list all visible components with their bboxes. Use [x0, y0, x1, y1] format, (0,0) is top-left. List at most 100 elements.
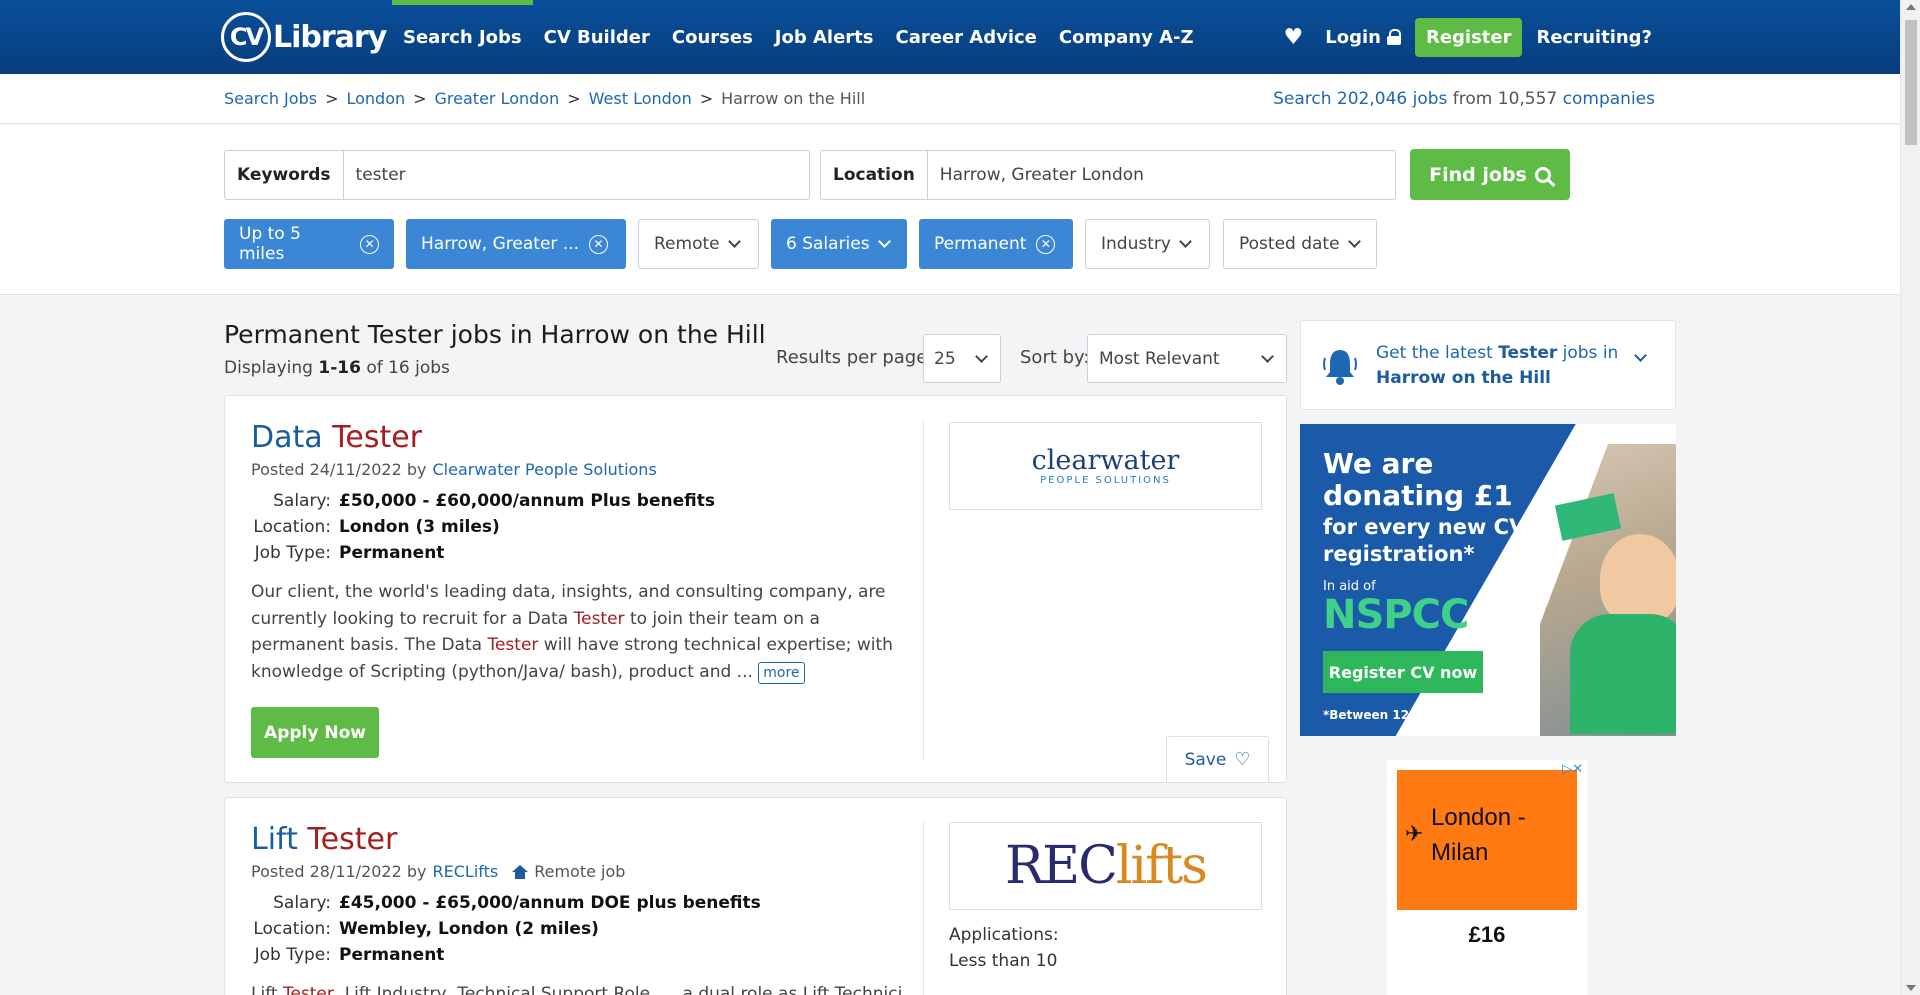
filter-industry[interactable]: Industry [1085, 219, 1210, 269]
company-link[interactable]: Clearwater People Solutions [433, 460, 657, 479]
remove-filter-icon[interactable]: ✕ [589, 234, 609, 254]
count-prefix: Displaying [224, 358, 313, 378]
logo-cv-mark: CV [221, 12, 271, 62]
job-title-link[interactable]: Data Tester [251, 420, 422, 455]
nspcc-ad-banner[interactable]: We are donating £1 for every new CV regi… [1300, 424, 1676, 736]
account-nav: ♥ Login Register Recruiting? [1284, 0, 1652, 74]
job-title-keyword: Tester [332, 420, 423, 455]
recruiting-link[interactable]: Recruiting? [1536, 27, 1652, 48]
breadcrumb-london[interactable]: London [346, 89, 405, 108]
search-panel: Keywords tester Location Harrow, Greater… [0, 125, 1900, 295]
breadcrumb-separator: > [413, 89, 427, 108]
heart-icon[interactable]: ♥ [1284, 25, 1304, 50]
remove-filter-icon[interactable]: ✕ [360, 234, 379, 254]
per-page-value: 25 [934, 348, 956, 369]
filter-location[interactable]: Harrow, Greater ... ✕ [406, 219, 626, 269]
breadcrumb-greater-london[interactable]: Greater London [435, 89, 560, 108]
detail-label: Location: [253, 517, 331, 537]
logo-word: clearwater [1031, 444, 1180, 476]
nav-career-advice[interactable]: Career Advice [885, 0, 1048, 74]
alert-place: Harrow on the Hill [1376, 368, 1551, 388]
register-cv-button[interactable]: Register CV now [1323, 651, 1483, 693]
keywords-field[interactable]: Keywords tester [224, 150, 810, 200]
ad-subheadline: for every new CV registration* [1323, 515, 1526, 566]
register-button[interactable]: Register [1414, 17, 1523, 57]
sort-value: Most Relevant [1099, 348, 1220, 369]
job-alert-text: Get the latest Tester jobs in Harrow on … [1376, 341, 1626, 391]
filter-distance[interactable]: Up to 5 miles ✕ [224, 219, 394, 269]
scroll-up-icon[interactable] [1906, 4, 1916, 10]
breadcrumb-search-jobs[interactable]: Search Jobs [224, 89, 317, 108]
filter-job-type[interactable]: Permanent ✕ [919, 219, 1073, 269]
detail-label: Job Type: [254, 543, 331, 563]
nspcc-logo: NSPCC [1323, 592, 1469, 638]
main-nav: Search Jobs CV Builder Courses Job Alert… [392, 0, 1205, 74]
chevron-down-icon [1261, 349, 1274, 363]
heart-outline-icon: ♡ [1234, 749, 1251, 770]
results-title: Permanent Tester jobs in Harrow on the H… [224, 320, 766, 349]
filter-label: Harrow, Greater ... [421, 234, 580, 254]
nav-courses[interactable]: Courses [661, 0, 764, 74]
save-label: Save [1184, 749, 1227, 770]
nav-search-jobs[interactable]: Search Jobs [392, 0, 533, 74]
find-jobs-button[interactable]: Find jobs [1410, 149, 1570, 200]
alert-mid: jobs in [1562, 343, 1619, 363]
ad-choices-icon[interactable]: ▷✕ [1562, 762, 1583, 777]
breadcrumb-west-london[interactable]: West London [589, 89, 692, 108]
applications-value: Less than 10 [949, 951, 1058, 971]
scroll-down-icon[interactable] [1906, 985, 1916, 991]
company-logo[interactable]: clearwater PEOPLE SOLUTIONS [949, 422, 1262, 510]
ad-child-shirt [1570, 614, 1676, 734]
logo-rec: REC [1005, 836, 1118, 896]
bell-icon [1323, 350, 1357, 385]
cv-library-logo[interactable]: CV Library [221, 12, 387, 62]
apply-now-button[interactable]: Apply Now [251, 707, 379, 758]
logo-wordmark: Library [273, 19, 387, 55]
flight-ad[interactable]: ✈ London - Milan £16 ▷✕ [1387, 760, 1587, 995]
job-title-link[interactable]: Lift Tester [251, 822, 397, 857]
desc-highlight: Tester [282, 984, 334, 995]
detail-label: Salary: [273, 491, 331, 511]
scroll-thumb[interactable] [1905, 20, 1917, 145]
per-page-label: Results per page: [776, 347, 934, 368]
stats-mid: from [1452, 89, 1493, 109]
stats-prefix: Search [1273, 89, 1332, 109]
clearwater-logo: clearwater PEOPLE SOLUTIONS [1031, 444, 1180, 486]
reclifts-logo: REClifts [1005, 836, 1208, 896]
alert-prefix: Get the latest [1376, 343, 1493, 363]
more-button[interactable]: more [758, 661, 805, 684]
filter-remote[interactable]: Remote [638, 219, 759, 269]
sort-select[interactable]: Most Relevant [1087, 334, 1287, 383]
location-field[interactable]: Location Harrow, Greater London [820, 150, 1396, 200]
stats-companies-link[interactable]: companies [1563, 89, 1655, 109]
breadcrumb-separator: > [325, 89, 339, 108]
job-alert-box[interactable]: Get the latest Tester jobs in Harrow on … [1300, 320, 1676, 410]
job-description: Lift Tester, Lift Industry, Technical Su… [251, 981, 901, 995]
detail-value: £45,000 - £65,000/annum DOE plus benefit… [339, 893, 761, 913]
count-range: 1-16 [318, 358, 361, 378]
remove-filter-icon[interactable]: ✕ [1036, 234, 1056, 254]
keywords-label: Keywords [225, 151, 344, 199]
ad-footnote: *Between 12-18 December 2022 [1323, 708, 1542, 722]
job-title-part: Lift [251, 822, 298, 857]
location-input[interactable]: Harrow, Greater London [928, 151, 1156, 199]
filter-label: Up to 5 miles [239, 224, 301, 264]
nav-job-alerts[interactable]: Job Alerts [764, 0, 885, 74]
company-link[interactable]: RECLifts [433, 862, 499, 881]
filter-posted-date[interactable]: Posted date [1223, 219, 1377, 269]
keywords-input[interactable]: tester [344, 151, 418, 199]
chevron-down-icon [975, 349, 988, 363]
nav-company-a-z[interactable]: Company A-Z [1048, 0, 1205, 74]
stats-search-link[interactable]: Search 202,046 jobs [1273, 89, 1447, 109]
save-job-button[interactable]: Save ♡ [1166, 736, 1269, 782]
company-logo[interactable]: REClifts [949, 822, 1262, 910]
login-link[interactable]: Login [1325, 27, 1401, 48]
filter-label: Industry [1101, 234, 1171, 254]
job-title-part: Data [251, 420, 323, 455]
nav-cv-builder[interactable]: CV Builder [533, 0, 661, 74]
page-scrollbar[interactable] [1900, 0, 1920, 995]
detail-value: Wembley, London (2 miles) [339, 919, 599, 939]
per-page-select[interactable]: 25 [923, 334, 1001, 383]
job-card: Lift Tester Posted 28/11/2022 by RECLift… [224, 797, 1287, 995]
filter-salaries[interactable]: 6 Salaries [771, 219, 907, 269]
